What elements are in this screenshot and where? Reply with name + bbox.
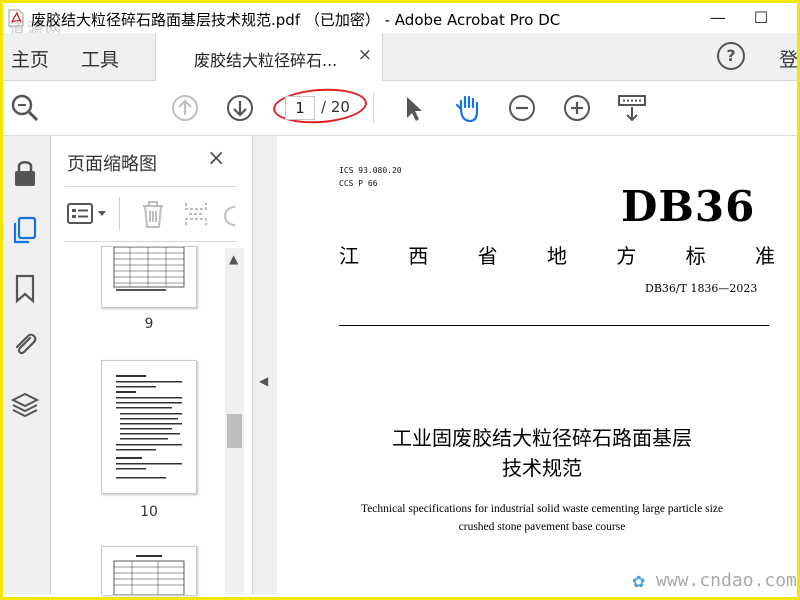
thumbnail-scrollbar[interactable]: ▲ [225, 248, 244, 594]
province-char: 西 [408, 244, 429, 268]
panel-splitter[interactable]: ◀ [252, 136, 278, 594]
site-watermark: www.cndao.com [656, 570, 797, 591]
document-tab-label: 废胶结大粒径碎石... [194, 51, 338, 70]
zoom-search-icon[interactable] [9, 92, 41, 124]
ics-codes: ICS 93.080.20 CCS P 66 [339, 164, 402, 190]
ics-line: ICS 93.080.20 [339, 166, 402, 175]
standard-number: DB36/T 1836—2023 [645, 282, 758, 295]
trash-icon[interactable] [139, 199, 167, 229]
standard-code: DB36 [621, 182, 756, 231]
thumbnail-table-preview [113, 246, 185, 291]
select-cursor-icon[interactable] [397, 92, 429, 124]
maximize-button[interactable]: ☐ [746, 7, 776, 29]
thumbnail-options-icon[interactable] [67, 201, 111, 227]
left-rail [3, 136, 51, 594]
main-toolbar: 1 / 20 [3, 81, 797, 136]
attachment-icon[interactable] [9, 329, 41, 361]
zoom-out-icon[interactable] [506, 92, 538, 124]
help-button[interactable]: ? [717, 42, 745, 70]
scroll-up-icon[interactable]: ▲ [229, 252, 238, 266]
title-en-line: Technical specifications for industrial … [360, 503, 724, 515]
thumbnail-text-preview [116, 375, 182, 479]
page-thumbnail[interactable] [101, 246, 197, 308]
title-en-line: crushed stone pavement base course [458, 521, 626, 533]
scrollbar-thumb[interactable] [227, 414, 242, 448]
tab-tools[interactable]: 工具 [81, 45, 119, 72]
close-panel-button[interactable]: × [207, 146, 225, 171]
thumbnails-panel-title: 页面缩略图 [67, 154, 157, 175]
zoom-in-icon[interactable] [561, 92, 593, 124]
previous-page-icon[interactable] [169, 92, 201, 124]
province-char: 省 [477, 244, 498, 268]
page-thumbnail[interactable] [101, 360, 197, 494]
thumbnail-toolbar [65, 186, 237, 242]
pages-thumbnail-icon[interactable] [9, 214, 41, 246]
lock-icon[interactable] [9, 156, 41, 188]
title-cn-line: 技术规范 [502, 456, 582, 480]
hand-tool-icon[interactable] [452, 92, 484, 124]
document-page: ICS 93.080.20 CCS P 66 DB36 江 西 省 地 方 标 … [277, 136, 797, 594]
tab-bar: 主页 工具 废胶结大粒径碎石... × ? 登 [3, 33, 798, 81]
watermark-logo-icon: ✿ [632, 572, 646, 591]
panel-toolbar-divider [119, 197, 120, 231]
province-standard-heading: 江 西 省 地 方 标 准 [339, 240, 775, 269]
scroll-mode-icon[interactable] [616, 92, 648, 124]
province-char: 地 [546, 244, 567, 268]
tab-home[interactable]: 主页 [11, 45, 49, 72]
bookmark-icon[interactable] [9, 272, 41, 304]
ccs-line: CCS P 66 [339, 179, 378, 188]
title-cn-line: 工业固废胶结大粒径碎石路面基层 [392, 426, 692, 450]
collapse-panel-icon[interactable]: ◀ [259, 374, 268, 388]
insert-page-icon[interactable] [183, 199, 209, 229]
window-title: 废胶结大粒径碎石路面基层技术规范.pdf （已加密） - Adobe Acrob… [31, 11, 561, 29]
layers-icon[interactable] [9, 388, 41, 420]
page-thumbnail[interactable] [101, 546, 197, 596]
next-page-icon[interactable] [224, 92, 256, 124]
thumbnail-table-preview [113, 555, 185, 596]
page-total: / 20 [321, 98, 350, 116]
close-tab-button[interactable]: × [358, 45, 372, 65]
toolbar-divider [373, 93, 374, 123]
tab-document[interactable]: 废胶结大粒径碎石... × [155, 33, 383, 81]
minimize-button[interactable]: — [703, 7, 733, 29]
document-title-en: Technical specifications for industrial … [307, 500, 777, 536]
document-title-cn: 工业固废胶结大粒径碎石路面基层 技术规范 [277, 423, 800, 483]
province-char: 标 [685, 244, 706, 268]
province-char: 方 [616, 244, 637, 268]
title-bar: 道源网 废胶结大粒径碎石路面基层技术规范.pdf （已加密） - Adobe A… [3, 3, 797, 38]
thumbnail-page-number: 9 [144, 316, 154, 332]
header-rule [339, 325, 769, 326]
page-number-input[interactable]: 1 [285, 96, 315, 120]
login-button[interactable]: 登 [779, 45, 798, 72]
province-char: 江 [339, 244, 359, 268]
province-char: 准 [754, 244, 775, 268]
thumbnails-panel: 页面缩略图 × 9 10 [51, 136, 252, 596]
rotate-page-icon[interactable] [223, 199, 237, 229]
thumbnail-page-number: 10 [140, 504, 158, 520]
